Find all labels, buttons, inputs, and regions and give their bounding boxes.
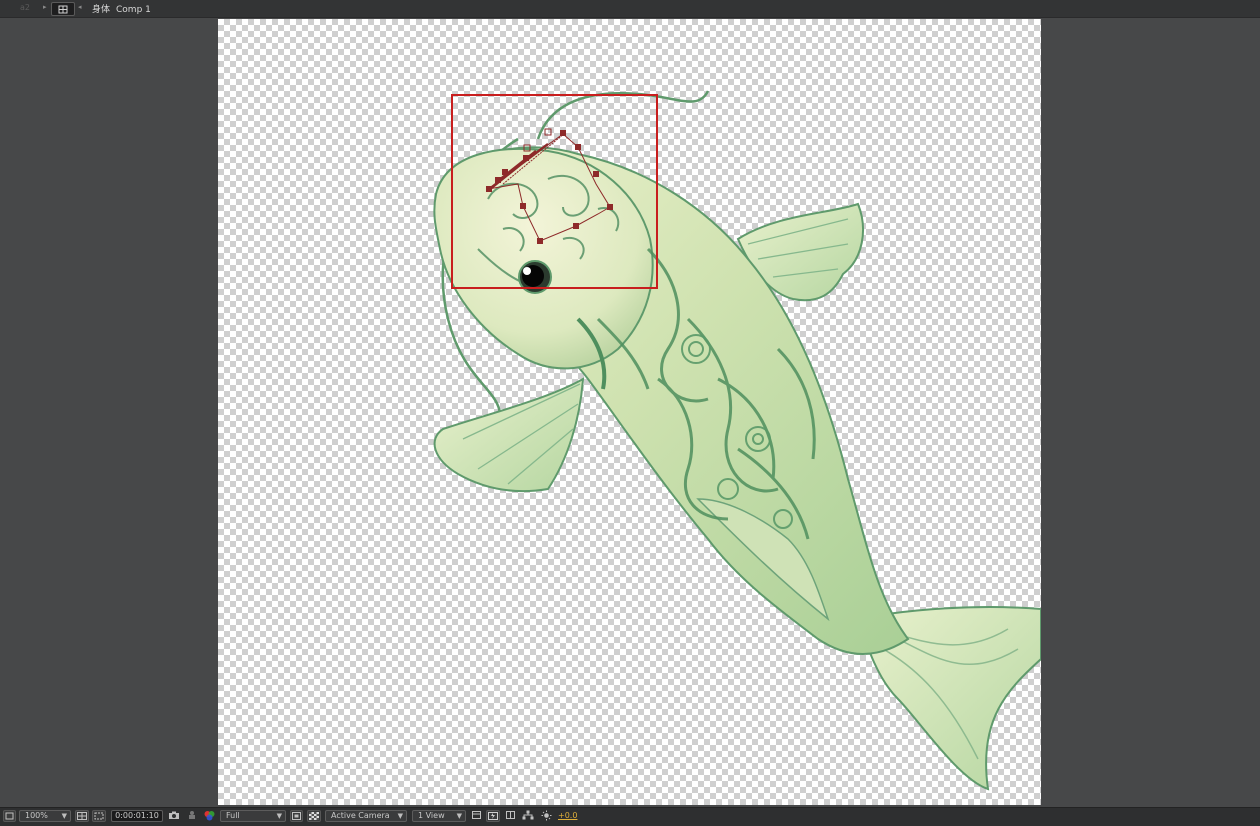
comp-name: Comp 1 [116, 5, 151, 15]
transparency-grid-button[interactable] [307, 810, 321, 822]
fast-preview-icon [488, 812, 498, 820]
koi-fish-layer[interactable] [218, 19, 1041, 805]
checkerboard-icon [309, 812, 319, 820]
pectoral-fin [433, 377, 585, 493]
color-channels-icon[interactable] [202, 810, 216, 822]
chevron-down-icon: ▼ [456, 812, 462, 820]
reset-exposure-icon[interactable] [539, 810, 553, 822]
chevron-down-icon: ▼ [276, 812, 282, 820]
timeline-icon[interactable] [504, 810, 517, 822]
comp-flowchart-button[interactable] [51, 2, 75, 16]
magnification-value: 100% [25, 811, 48, 820]
current-time-display[interactable]: 0:00:01:10 [111, 810, 163, 822]
mask-icon [94, 812, 104, 820]
magnification-dropdown[interactable]: 100% ▼ [19, 810, 71, 822]
always-preview-button[interactable] [3, 810, 16, 822]
view-layout-value: 1 View [418, 811, 445, 820]
toggle-mask-button[interactable] [92, 810, 106, 822]
previous-comp-tab[interactable]: a2 [20, 3, 30, 12]
viewer-tab-bar: a2 ▸ ◂ 身体 Comp 1 [0, 0, 1260, 18]
chevron-right-icon[interactable]: ▸ [43, 3, 47, 11]
viewer-toolbar: 100% ▼ 0:00:01:10 Full ▼ Active Camera ▼… [0, 807, 1260, 826]
fast-previews-button[interactable] [486, 810, 500, 822]
comp-lock-icon [58, 5, 68, 13]
exposure-value[interactable]: +0.0 [558, 810, 580, 822]
resolution-value: Full [226, 811, 240, 820]
composition-canvas[interactable] [218, 19, 1041, 805]
comp-name-zh: 身体 [92, 5, 111, 15]
chevron-down-icon: ▼ [397, 812, 403, 820]
toggle-pixel-aspect-icon[interactable] [470, 810, 483, 822]
preview-icon [5, 812, 14, 820]
snapshot-icon[interactable] [167, 810, 180, 822]
region-of-interest-button[interactable] [290, 810, 303, 822]
camera-view-dropdown[interactable]: Active Camera ▼ [325, 810, 407, 822]
chevron-left-icon[interactable]: ◂ [78, 3, 82, 11]
grid-icon [77, 812, 87, 820]
show-snapshot-icon[interactable] [185, 810, 198, 822]
chevron-down-icon: ▼ [61, 812, 67, 820]
region-icon [292, 812, 301, 820]
view-layout-dropdown[interactable]: 1 View ▼ [412, 810, 466, 822]
resolution-dropdown[interactable]: Full ▼ [220, 810, 286, 822]
grid-guides-button[interactable] [75, 810, 89, 822]
flowchart-icon[interactable] [521, 810, 534, 822]
comp-title[interactable]: 身体 Comp 1 [92, 2, 151, 15]
camera-view-value: Active Camera [331, 811, 390, 820]
